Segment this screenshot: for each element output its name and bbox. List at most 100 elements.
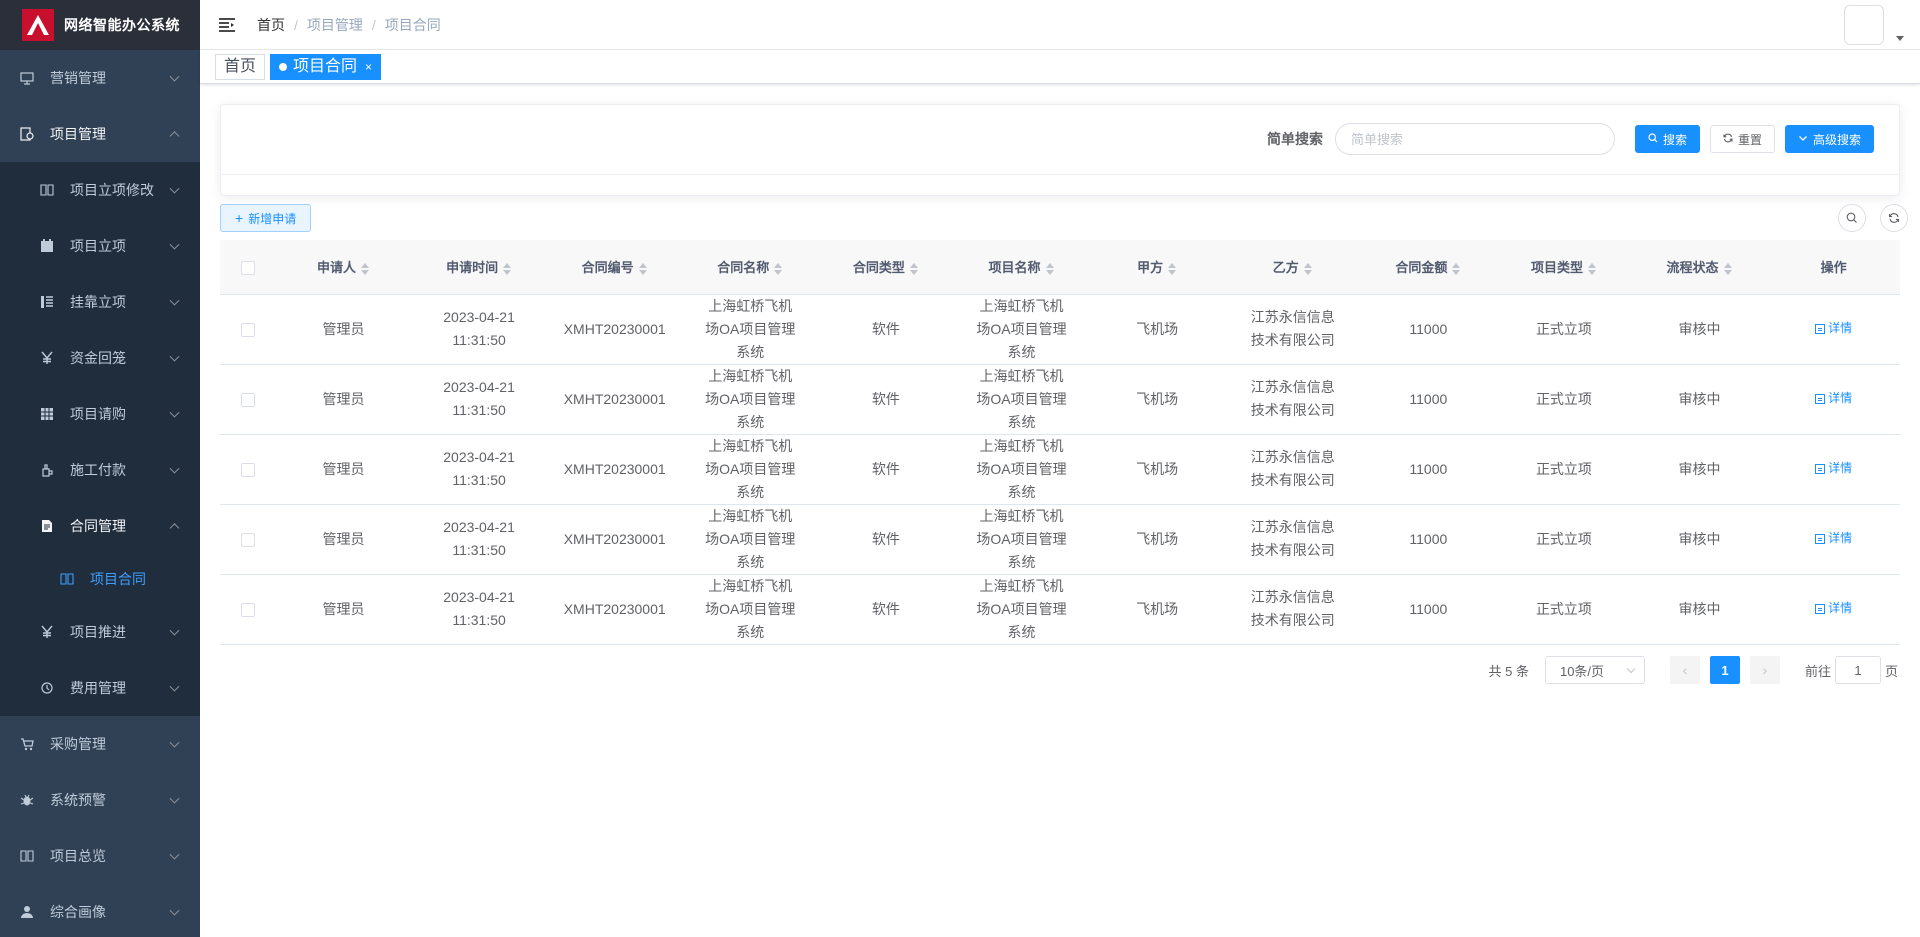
column-header[interactable]: 项目类型 bbox=[1496, 240, 1632, 295]
table-row[interactable]: 管理员 2023-04-21 11:31:50 XMHT20230001 上海虹桥飞机… bbox=[220, 434, 1900, 505]
sidebar-item-expense-management[interactable]: 费用管理 bbox=[0, 660, 200, 716]
caret-down-icon[interactable] bbox=[1896, 36, 1904, 41]
refresh-table-button[interactable] bbox=[1880, 204, 1908, 232]
page-number-button[interactable]: 1 bbox=[1709, 656, 1740, 684]
row-select-cell[interactable] bbox=[220, 504, 276, 575]
advanced-search-button[interactable]: 高级搜索 bbox=[1784, 125, 1874, 153]
prev-page-button[interactable]: ‹ bbox=[1669, 656, 1700, 684]
row-checkbox[interactable] bbox=[240, 602, 255, 617]
yen-icon bbox=[40, 351, 54, 365]
chevron-down-icon bbox=[1798, 133, 1808, 146]
column-header[interactable]: 流程状态 bbox=[1631, 240, 1768, 295]
sidebar-item-project-approval-edit[interactable]: 项目立项修改 bbox=[0, 162, 200, 218]
detail-link[interactable]: 详情 bbox=[1815, 317, 1852, 340]
select-all-cell[interactable] bbox=[220, 240, 276, 295]
page-size-select[interactable]: 10条/页 bbox=[1544, 656, 1645, 684]
logo-area[interactable]: 网络智能办公系统 bbox=[0, 0, 200, 50]
sidebar-item-project-contract[interactable]: 项目合同 bbox=[0, 554, 200, 604]
sidebar-item-comprehensive-profile[interactable]: 综合画像 bbox=[0, 884, 200, 937]
table-cell-project-name: 上海虹桥飞机场OA项目管理系统 bbox=[953, 364, 1090, 435]
sort-icon[interactable] bbox=[502, 262, 512, 276]
row-select-cell[interactable] bbox=[220, 434, 276, 505]
close-icon[interactable]: × bbox=[365, 55, 372, 79]
table-row[interactable]: 管理员 2023-04-21 11:31:50 XMHT20230001 上海虹桥飞机… bbox=[220, 294, 1900, 365]
row-select-cell[interactable] bbox=[220, 294, 276, 365]
chevron-down-icon bbox=[169, 463, 180, 474]
row-select-cell[interactable] bbox=[220, 574, 276, 645]
table-cell-code: XMHT20230001 bbox=[546, 364, 683, 435]
sidebar-item-project-overview[interactable]: 项目总览 bbox=[0, 828, 200, 884]
row-select-cell[interactable] bbox=[220, 364, 276, 435]
breadcrumb-project-management: 项目管理 bbox=[306, 16, 363, 33]
row-checkbox[interactable] bbox=[240, 392, 255, 407]
column-header[interactable]: 合同金额 bbox=[1360, 240, 1497, 295]
breadcrumb-home[interactable]: 首页 bbox=[257, 15, 285, 35]
add-application-button[interactable]: + 新增申请 bbox=[220, 204, 312, 232]
sidebar-item-marketing[interactable]: 营销管理 bbox=[0, 50, 200, 106]
search-button[interactable]: 搜索 bbox=[1634, 125, 1700, 153]
tag-home[interactable]: 首页 bbox=[215, 53, 266, 80]
column-header[interactable]: 申请时间 bbox=[411, 240, 547, 295]
detail-link[interactable]: 详情 bbox=[1815, 527, 1852, 550]
table-row[interactable]: 管理员 2023-04-21 11:31:50 XMHT20230001 上海虹桥飞机… bbox=[220, 574, 1900, 645]
table-cell-amount: 11000 bbox=[1360, 434, 1497, 505]
sort-icon[interactable] bbox=[1045, 262, 1055, 276]
next-page-button[interactable]: › bbox=[1749, 656, 1780, 684]
sidebar-item-project-management[interactable]: 项目管理 bbox=[0, 106, 200, 162]
sort-icon[interactable] bbox=[360, 262, 370, 276]
sidebar-item-project-approval[interactable]: 项目立项 bbox=[0, 218, 200, 274]
sidebar-item-construction-payment[interactable]: 施工付款 bbox=[0, 442, 200, 498]
avatar[interactable] bbox=[1844, 5, 1884, 45]
sort-icon[interactable] bbox=[1723, 262, 1733, 276]
chevron-down-icon bbox=[169, 71, 180, 82]
detail-link[interactable]: 详情 bbox=[1815, 457, 1852, 480]
table-row[interactable]: 管理员 2023-04-21 11:31:50 XMHT20230001 上海虹桥飞机… bbox=[220, 504, 1900, 575]
detail-link[interactable]: 详情 bbox=[1815, 387, 1852, 410]
sort-icon[interactable] bbox=[1303, 262, 1313, 276]
column-header[interactable]: 合同类型 bbox=[818, 240, 954, 295]
sidebar-item-affiliated-approval[interactable]: 挂靠立项 bbox=[0, 274, 200, 330]
detail-link[interactable]: 详情 bbox=[1815, 597, 1852, 620]
sort-icon[interactable] bbox=[638, 262, 648, 276]
reset-button[interactable]: 重置 bbox=[1709, 125, 1775, 153]
table-cell-contract-type: 软件 bbox=[818, 574, 954, 645]
page-jump-input[interactable] bbox=[1834, 656, 1881, 684]
hamburger-icon[interactable] bbox=[217, 15, 237, 35]
sidebar-item-label: 合同管理 bbox=[70, 518, 126, 534]
sort-icon[interactable] bbox=[1587, 262, 1597, 276]
sidebar-item-fund-return[interactable]: 资金回笼 bbox=[0, 330, 200, 386]
column-header[interactable]: 乙方 bbox=[1224, 240, 1361, 295]
sort-icon[interactable] bbox=[909, 262, 919, 276]
column-header[interactable]: 甲方 bbox=[1089, 240, 1225, 295]
column-header[interactable]: 项目名称 bbox=[953, 240, 1090, 295]
search-input[interactable] bbox=[1334, 123, 1615, 155]
sort-icon[interactable] bbox=[1167, 262, 1177, 276]
tag-project-contract[interactable]: 项目合同 × bbox=[270, 53, 382, 80]
chevron-up-icon bbox=[169, 131, 180, 142]
user-dropdown[interactable] bbox=[1844, 5, 1904, 45]
table-cell-time: 2023-04-21 11:31:50 bbox=[411, 504, 547, 575]
sidebar-item-project-purchase[interactable]: 项目请购 bbox=[0, 386, 200, 442]
column-header[interactable]: 申请人 bbox=[275, 240, 412, 295]
refresh-icon bbox=[1888, 213, 1900, 223]
sidebar-item-label: 项目请购 bbox=[70, 406, 126, 422]
row-checkbox[interactable] bbox=[240, 462, 255, 477]
column-header[interactable]: 合同名称 bbox=[682, 240, 819, 295]
sidebar-item-system-warning[interactable]: 系统预警 bbox=[0, 772, 200, 828]
table-cell-party-a: 飞机场 bbox=[1089, 504, 1225, 575]
monitor-icon bbox=[20, 71, 34, 85]
table-row[interactable]: 管理员 2023-04-21 11:31:50 XMHT20230001 上海虹桥飞机… bbox=[220, 364, 1900, 435]
sort-icon[interactable] bbox=[773, 262, 783, 276]
row-checkbox[interactable] bbox=[240, 532, 255, 547]
column-header[interactable]: 合同编号 bbox=[546, 240, 683, 295]
sidebar-item-contract-management[interactable]: 合同管理 bbox=[0, 498, 200, 554]
sidebar-item-procurement[interactable]: 采购管理 bbox=[0, 716, 200, 772]
sidebar-item-project-progress[interactable]: 项目推进 bbox=[0, 604, 200, 660]
chevron-down-icon bbox=[169, 905, 180, 916]
sort-icon[interactable] bbox=[1451, 262, 1461, 276]
row-checkbox[interactable] bbox=[240, 322, 255, 337]
toggle-search-button[interactable] bbox=[1838, 204, 1866, 232]
select-all-checkbox[interactable] bbox=[240, 260, 255, 275]
table-cell-applicant: 管理员 bbox=[275, 574, 412, 645]
tags-view: 首页 项目合同 × bbox=[200, 50, 1920, 84]
